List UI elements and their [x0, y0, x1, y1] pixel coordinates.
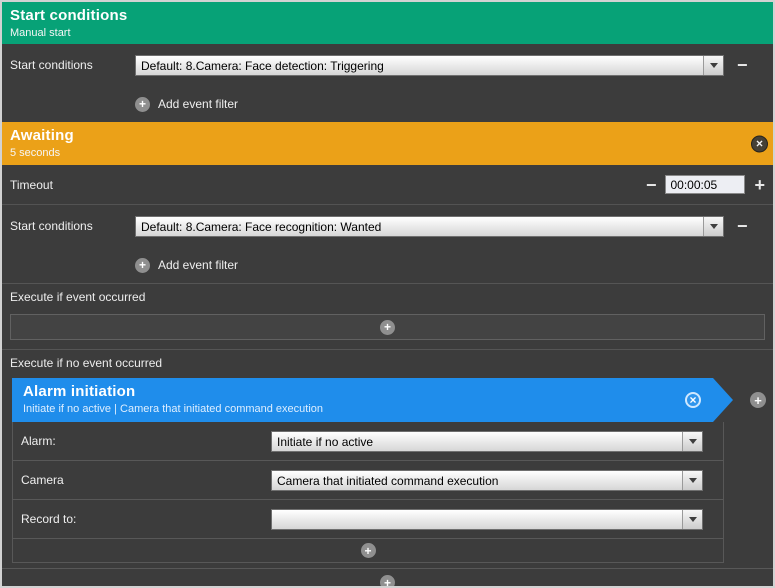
record-to-label: Record to: — [21, 512, 271, 526]
alarm-dropdown[interactable]: Initiate if no active — [271, 431, 703, 452]
awaiting-condition-dropdown[interactable]: Default: 8.Camera: Face recognition: Wan… — [135, 216, 724, 237]
record-to-field-row: Record to: — [13, 500, 723, 539]
awaiting-block-header[interactable]: Awaiting 5 seconds × — [2, 122, 773, 165]
start-conditions-block-header[interactable]: Start conditions Manual start — [2, 2, 773, 44]
alarm-block-body: Alarm: Initiate if no active Camera Came… — [12, 422, 724, 563]
camera-dropdown[interactable]: Camera that initiated command execution — [271, 470, 703, 491]
camera-label: Camera — [21, 473, 271, 487]
add-event-filter-label[interactable]: Add event filter — [158, 258, 238, 272]
remove-condition-button[interactable]: − — [737, 217, 748, 235]
add-action-after-button[interactable]: + — [750, 392, 766, 408]
decrease-timeout-button[interactable]: − — [646, 176, 657, 194]
dropdown-value: Initiate if no active — [272, 432, 682, 451]
dropdown-value: Default: 8.Camera: Face detection: Trigg… — [136, 56, 703, 75]
block-subtitle: Initiate if no active | Camera that init… — [23, 403, 722, 415]
block-title: Start conditions — [10, 7, 765, 24]
plus-icon[interactable]: + — [135, 97, 150, 112]
alarm-field-row: Alarm: Initiate if no active — [13, 422, 723, 461]
execute-if-event-label: Execute if event occurred — [2, 283, 773, 310]
record-to-dropdown[interactable] — [271, 509, 703, 530]
plus-icon[interactable]: + — [380, 320, 395, 335]
start-condition-row: Start conditions Default: 8.Camera: Face… — [2, 44, 773, 86]
close-icon[interactable]: × — [751, 135, 768, 152]
dropdown-value — [272, 510, 682, 529]
start-conditions-label: Start conditions — [10, 219, 135, 233]
plus-icon[interactable]: + — [380, 575, 395, 588]
timeout-row: Timeout − + — [2, 165, 773, 205]
add-event-filter-row[interactable]: + Add event filter — [2, 86, 773, 122]
camera-field-row: Camera Camera that initiated command exe… — [13, 461, 723, 500]
dropdown-value: Default: 8.Camera: Face recognition: Wan… — [136, 217, 703, 236]
block-subtitle: 5 seconds — [10, 147, 765, 159]
plus-icon[interactable]: + — [135, 258, 150, 273]
add-block-strip[interactable]: + — [2, 568, 773, 588]
start-conditions-label: Start conditions — [10, 58, 135, 72]
start-condition-dropdown[interactable]: Default: 8.Camera: Face detection: Trigg… — [135, 55, 724, 76]
alarm-block-header[interactable]: Alarm initiation Initiate if no active |… — [12, 378, 733, 422]
chevron-down-icon[interactable] — [703, 56, 723, 75]
execute-if-no-event-label: Execute if no event occurred — [2, 349, 773, 376]
block-subtitle: Manual start — [10, 27, 765, 39]
chevron-down-icon[interactable] — [682, 510, 702, 529]
block-title: Alarm initiation — [23, 383, 722, 400]
chevron-down-icon[interactable] — [682, 471, 702, 490]
add-event-filter-label[interactable]: Add event filter — [158, 97, 238, 111]
increase-timeout-button[interactable]: + — [754, 176, 765, 194]
remove-condition-button[interactable]: − — [737, 56, 748, 74]
timeout-label: Timeout — [10, 178, 646, 192]
dropdown-value: Camera that initiated command execution — [272, 471, 682, 490]
timeout-input[interactable] — [665, 175, 745, 194]
script-editor-window: Start conditions Manual start Start cond… — [0, 0, 775, 588]
alarm-label: Alarm: — [21, 434, 271, 448]
add-event-filter-row[interactable]: + Add event filter — [2, 247, 773, 283]
block-title: Awaiting — [10, 127, 765, 144]
close-icon[interactable]: × — [685, 392, 701, 408]
add-action-strip[interactable]: + — [13, 539, 723, 562]
chevron-down-icon[interactable] — [682, 432, 702, 451]
chevron-down-icon[interactable] — [703, 217, 723, 236]
alarm-initiation-block: Alarm initiation Initiate if no active |… — [12, 378, 773, 422]
awaiting-condition-row: Start conditions Default: 8.Camera: Face… — [2, 205, 773, 247]
add-action-strip[interactable]: + — [10, 314, 765, 340]
plus-icon[interactable]: + — [361, 543, 376, 558]
